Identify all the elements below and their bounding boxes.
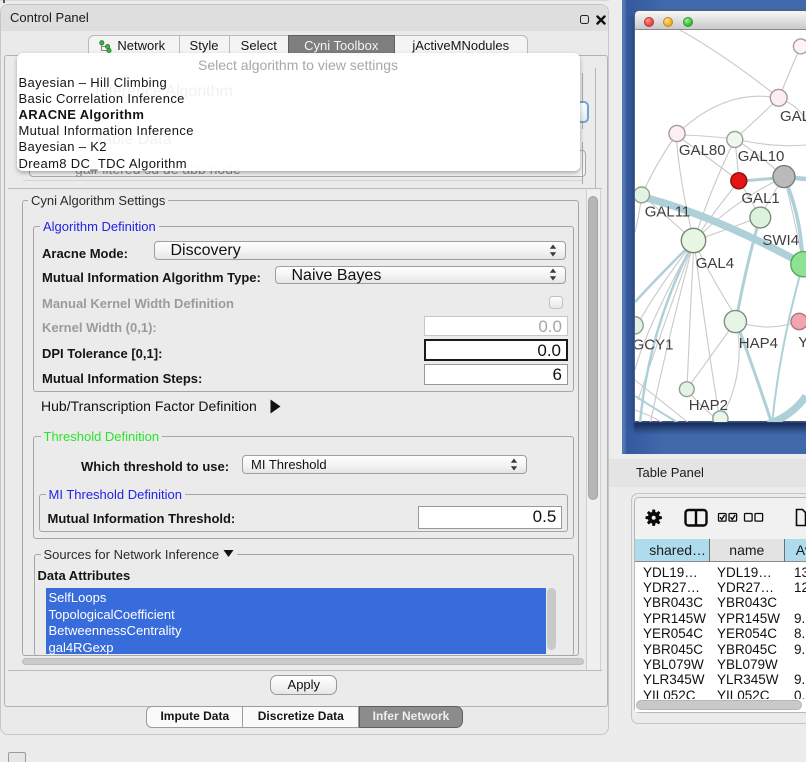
svg-text:GAL10: GAL10 (738, 148, 785, 165)
svg-text:GAL4: GAL4 (696, 255, 734, 272)
svg-text:Y: Y (798, 334, 806, 351)
svg-text:GAL11: GAL11 (645, 204, 691, 221)
svg-text:HAP4: HAP4 (739, 335, 778, 352)
svg-text:GAL1: GAL1 (741, 190, 779, 207)
svg-text:HAP2: HAP2 (689, 397, 728, 414)
svg-text:GAL80: GAL80 (679, 142, 726, 159)
svg-text:SWI4: SWI4 (762, 232, 799, 249)
svg-text:GCY1: GCY1 (635, 337, 673, 354)
svg-text:GAL7: GAL7 (780, 108, 806, 125)
